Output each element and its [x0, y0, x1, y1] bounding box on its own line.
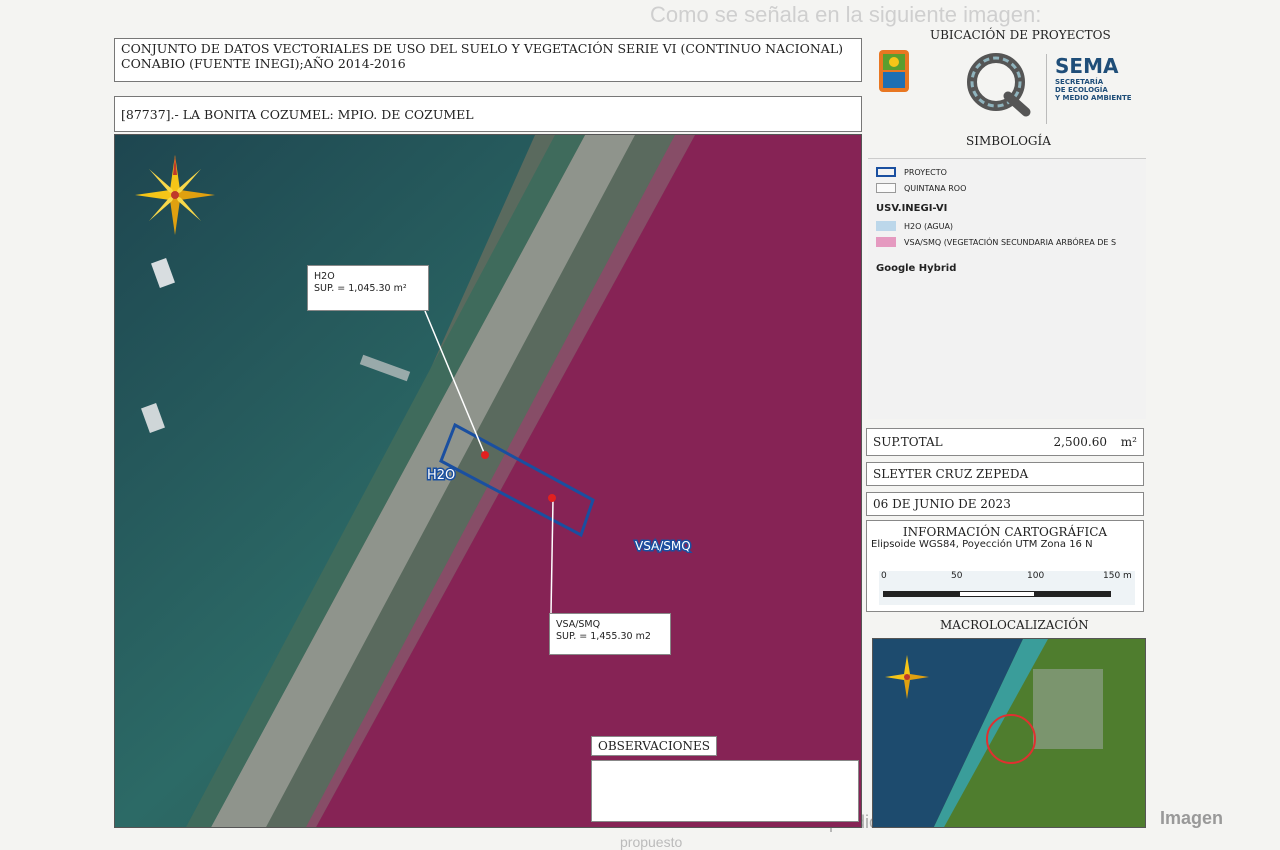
- sup-total-value-group: 2,500.60 m²: [1054, 435, 1137, 449]
- legend-group-title: USV.INEGI-VI: [876, 203, 948, 214]
- carto-panel: INFORMACIÓN CARTOGRÁFICA Elipsoide WGS84…: [866, 520, 1144, 612]
- legend-label-vsa: VSA/SMQ (VEGETACIÓN SECUNDARIA ARBÓREA D…: [904, 237, 1117, 247]
- location-title: UBICACIÓN DE PROYECTOS: [930, 28, 1111, 42]
- legend-item-h2o: H2O (AGUA): [876, 221, 953, 231]
- legend-item-project: PROYECTO: [876, 167, 947, 177]
- scale-tick-50: 50: [951, 571, 963, 581]
- sup-total-unit: m²: [1120, 435, 1137, 449]
- callout-vsa: VSA/SMQ SUP. = 1,455.30 m2: [549, 613, 671, 655]
- macro-map-canvas: [873, 639, 1145, 827]
- vsa-point: [548, 494, 556, 502]
- legend-title: SIMBOLOGÍA: [966, 134, 1051, 148]
- state-logo: [877, 48, 911, 94]
- sema-logo: SEMA SECRETARÍA DE ECOLOGÍA Y MEDIO AMBI…: [1046, 54, 1146, 124]
- scale-segment-2: [959, 591, 1035, 597]
- date-field: 06 DE JUNIO DE 2023: [866, 492, 1144, 516]
- map-subtitle: [87737].- LA BONITA COZUMEL: MPIO. DE CO…: [114, 96, 862, 132]
- callout-h2o: H2O SUP. = 1,045.30 m²: [307, 265, 429, 311]
- sema-line-3: Y MEDIO AMBIENTE: [1055, 94, 1132, 102]
- callout-vsa-title: VSA/SMQ: [556, 619, 601, 630]
- sup-total-field: SUP.TOTAL 2,500.60 m²: [866, 428, 1144, 456]
- state-logo-icon: [879, 50, 909, 92]
- carto-title: INFORMACIÓN CARTOGRÁFICA: [902, 525, 1108, 539]
- scale-tick-150: 150 m: [1103, 571, 1132, 581]
- legend-label-project: PROYECTO: [904, 167, 947, 177]
- observations-panel: OBSERVACIONES: [591, 735, 859, 827]
- scale-tick-0: 0: [881, 571, 887, 581]
- sema-line-2: DE ECOLOGÍA: [1055, 86, 1108, 94]
- legend-label-qroo: QUINTANA ROO: [904, 183, 967, 193]
- sup-total-value: 2,500.60: [1053, 435, 1107, 449]
- background-heading: Como se señala en la siguiente imagen:: [650, 2, 1042, 27]
- main-map[interactable]: H2O VSA/SMQ H2O SUP. = 1,045.30 m² VSA/S…: [114, 134, 862, 828]
- legend-swatch-project: [876, 167, 896, 177]
- zone-label-h2o: H2O: [427, 468, 455, 483]
- sup-total-label: SUP.TOTAL: [873, 435, 943, 449]
- scale-bar: 0 50 100 150 m: [879, 571, 1135, 605]
- callout-vsa-area: SUP. = 1,455.30 m2: [556, 631, 651, 642]
- q-logo-icon: [967, 53, 1031, 117]
- author-field: SLEYTER CRUZ ZEPEDA: [866, 462, 1144, 486]
- callout-h2o-area: SUP. = 1,045.30 m²: [314, 283, 407, 294]
- legend-swatch-vsa: [876, 237, 896, 247]
- legend-swatch-qroo: [876, 183, 896, 193]
- background-caption-left: Imagen: [1160, 808, 1224, 828]
- scale-segment-1: [883, 591, 959, 597]
- background-caption-mid2: propuesto: [620, 834, 683, 850]
- carto-desc: Elipsoide WGS84, Poyección UTM Zona 16 N: [871, 539, 1093, 550]
- legend-item-qroo: QUINTANA ROO: [876, 183, 966, 193]
- legend-label-h2o: H2O (AGUA): [904, 221, 954, 231]
- q-logo: [960, 50, 1036, 120]
- legend-swatch-h2o: [876, 221, 896, 231]
- map-canvas: H2O VSA/SMQ: [115, 135, 861, 827]
- zone-label-vsa: VSA/SMQ: [635, 539, 691, 553]
- scale-tick-100: 100: [1027, 571, 1045, 581]
- sema-line-1: SECRETARÍA: [1055, 78, 1104, 86]
- h2o-point: [481, 451, 489, 459]
- legend-item-vsa: VSA/SMQ (VEGETACIÓN SECUNDARIA ARBÓREA D…: [876, 237, 1116, 247]
- scale-segment-3: [1035, 591, 1111, 597]
- macro-map[interactable]: [872, 638, 1146, 828]
- sema-name: SEMA: [1055, 54, 1119, 78]
- observations-label: OBSERVACIONES: [591, 736, 718, 756]
- observations-field[interactable]: [591, 760, 859, 822]
- callout-h2o-title: H2O: [314, 271, 335, 282]
- legend-panel: PROYECTO QUINTANA ROO USV.INEGI-VI H2O (…: [868, 158, 1146, 419]
- map-title: CONJUNTO DE DATOS VECTORIALES DE USO DEL…: [114, 38, 862, 82]
- macro-title: MACROLOCALIZACIÓN: [940, 618, 1089, 632]
- legend-basemap: Google Hybrid: [876, 263, 957, 274]
